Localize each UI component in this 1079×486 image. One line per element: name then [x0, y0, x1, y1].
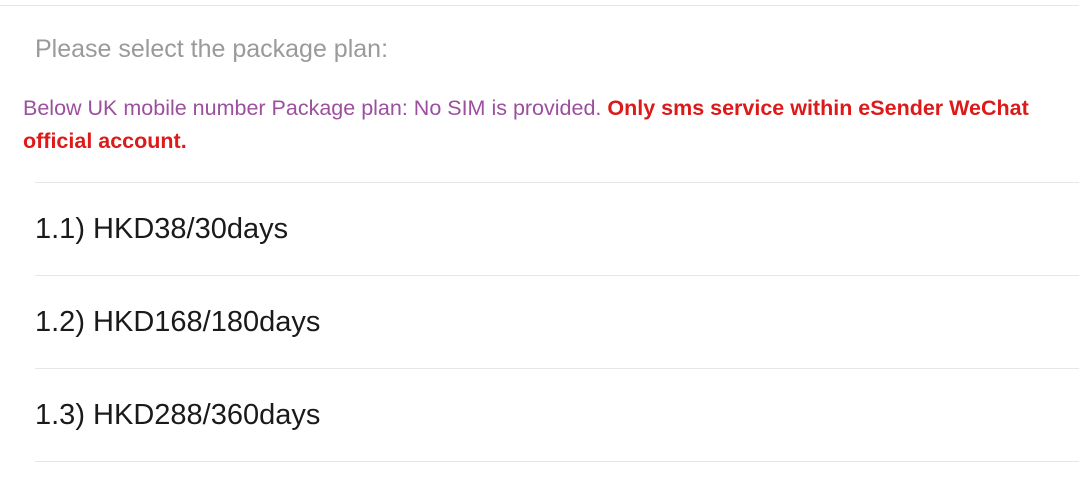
- package-prompt: Please select the package plan:: [35, 35, 389, 63]
- plan-list: 1.1) HKD38/30days 1.2) HKD168/180days 1.…: [35, 182, 1079, 462]
- package-notice: Below UK mobile number Package plan: No …: [23, 92, 1058, 158]
- plan-option-label: 1.3) HKD288/360days: [35, 398, 321, 431]
- plan-option-label: 1.2) HKD168/180days: [35, 305, 321, 338]
- plan-option-label: 1.1) HKD38/30days: [35, 212, 289, 245]
- plan-option-168-180days[interactable]: 1.2) HKD168/180days: [35, 276, 1079, 369]
- plan-option-288-360days[interactable]: 1.3) HKD288/360days: [35, 369, 1079, 462]
- top-divider: [0, 5, 1079, 6]
- notice-text: Below UK mobile number Package plan: No …: [23, 96, 608, 120]
- plan-option-38-30days[interactable]: 1.1) HKD38/30days: [35, 183, 1079, 276]
